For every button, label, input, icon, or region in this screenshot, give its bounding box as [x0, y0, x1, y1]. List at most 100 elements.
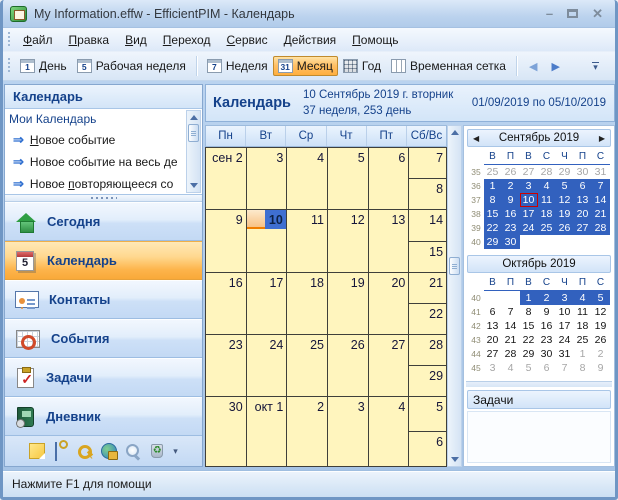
mini-day[interactable]: 24 [520, 221, 538, 235]
mini-day[interactable]: 16 [502, 207, 520, 221]
mini-day[interactable]: 9 [502, 193, 520, 207]
tasks-panel-header[interactable]: Задачи [467, 390, 611, 409]
mini-day[interactable]: 4 [502, 361, 520, 375]
mini-day[interactable]: 11 [574, 305, 592, 319]
mini-day[interactable]: 18 [574, 319, 592, 333]
mini-day[interactable]: 19 [592, 319, 610, 333]
mini-day[interactable]: 12 [592, 305, 610, 319]
mini-day[interactable]: 22 [520, 333, 538, 347]
mini-day[interactable]: 7 [502, 305, 520, 319]
mini-day[interactable]: 30 [502, 235, 520, 249]
notes-icon[interactable] [29, 443, 45, 459]
recycle-bin-icon[interactable]: ♻ [149, 443, 165, 459]
weekend-cell[interactable]: 2122 [409, 273, 447, 335]
saturday-subcell[interactable]: 7 [409, 148, 446, 179]
year-view-button[interactable]: Год [338, 56, 386, 76]
menu-edit[interactable]: Правка [61, 30, 118, 50]
week-view-button[interactable]: 7Неделя [202, 56, 273, 76]
sunday-subcell[interactable]: 29 [409, 366, 446, 396]
mini-day[interactable]: 9 [538, 305, 556, 319]
mini-day[interactable] [484, 291, 502, 305]
mini-day[interactable]: 27 [520, 165, 538, 179]
menu-go[interactable]: Переход [155, 30, 219, 50]
mini-day[interactable]: 5 [556, 179, 574, 193]
next-month-icon[interactable]: ▶ [594, 134, 610, 143]
close-button[interactable]: ✕ [592, 7, 603, 20]
weekend-cell[interactable]: 2829 [409, 335, 447, 397]
day-view-button[interactable]: 1День [15, 56, 72, 76]
new-event-item[interactable]: ⇒Новое событие [7, 129, 184, 151]
mini-day[interactable]: 4 [574, 291, 592, 305]
mini-day[interactable]: 26 [502, 165, 520, 179]
day-cell[interactable]: 3 [328, 397, 369, 467]
mini-day[interactable]: 20 [574, 207, 592, 221]
weekend-cell[interactable]: 1415 [409, 210, 447, 273]
mini-day[interactable]: 13 [484, 319, 502, 333]
mini-day[interactable]: 8 [520, 305, 538, 319]
mini-day[interactable]: 2 [502, 179, 520, 193]
mini-day[interactable] [502, 291, 520, 305]
day-cell[interactable]: 2 [287, 397, 328, 467]
mini-day[interactable]: 17 [556, 319, 574, 333]
sunday-subcell[interactable]: 15 [409, 242, 446, 273]
saturday-subcell[interactable]: 21 [409, 273, 446, 304]
day-cell[interactable]: 5 [328, 148, 369, 210]
mini-day[interactable]: 22 [484, 221, 502, 235]
mini-day[interactable]: 11 [538, 193, 556, 207]
mini-day[interactable]: 2 [538, 291, 556, 305]
mini-day-today[interactable]: 10 [520, 193, 538, 207]
mini-day[interactable]: 7 [556, 361, 574, 375]
mini-day[interactable]: 7 [592, 179, 610, 193]
mini-day[interactable]: 26 [556, 221, 574, 235]
mini-day[interactable]: 4 [538, 179, 556, 193]
sidebar-item-contacts[interactable]: Контакты [5, 280, 202, 319]
mini-day[interactable]: 27 [484, 347, 502, 361]
mini-day[interactable]: 20 [484, 333, 502, 347]
mini-day[interactable]: 5 [520, 361, 538, 375]
saturday-subcell[interactable]: 28 [409, 335, 446, 366]
day-cell[interactable]: 16 [206, 273, 247, 335]
mini-day[interactable]: 1 [574, 347, 592, 361]
mini-day[interactable]: 13 [574, 193, 592, 207]
mini-day[interactable]: 23 [502, 221, 520, 235]
scroll-up-icon[interactable] [187, 111, 200, 124]
mini-day[interactable]: 1 [484, 179, 502, 193]
day-cell[interactable]: 24 [247, 335, 288, 397]
mini-day[interactable]: 19 [556, 207, 574, 221]
saturday-subcell[interactable]: 14 [409, 210, 446, 242]
sidebar-item-journal[interactable]: Дневник [5, 397, 202, 436]
day-cell-selected[interactable]: 10 [247, 210, 288, 273]
mini-day[interactable]: 8 [574, 361, 592, 375]
mini-day[interactable]: 29 [484, 235, 502, 249]
weekend-cell[interactable]: 56 [409, 397, 447, 467]
mini-day[interactable]: 31 [592, 165, 610, 179]
mini-day[interactable]: 21 [592, 207, 610, 221]
mini-day[interactable] [520, 235, 538, 249]
workweek-view-button[interactable]: 5Рабочая неделя [72, 56, 191, 76]
sunday-subcell[interactable]: 8 [409, 179, 446, 209]
maximize-button[interactable] [567, 7, 578, 20]
mini-day[interactable]: 28 [592, 221, 610, 235]
day-cell[interactable]: 3 [247, 148, 288, 210]
day-cell[interactable]: 12 [328, 210, 369, 273]
new-allday-event-item[interactable]: ⇒Новое событие на весь де [7, 151, 184, 173]
menu-actions[interactable]: Действия [276, 30, 345, 50]
mini-day[interactable]: 2 [592, 347, 610, 361]
day-cell[interactable]: 4 [369, 397, 410, 467]
mini-day[interactable] [538, 235, 556, 249]
menu-tools[interactable]: Сервис [218, 30, 275, 50]
clipboard-icon[interactable] [53, 443, 69, 459]
mini-day[interactable]: 17 [520, 207, 538, 221]
mini-day[interactable] [556, 235, 574, 249]
mini-day[interactable]: 3 [484, 361, 502, 375]
day-cell[interactable]: сен 2 [206, 148, 247, 210]
search-icon[interactable] [125, 443, 141, 459]
mini-day[interactable]: 16 [538, 319, 556, 333]
menu-view[interactable]: Вид [117, 30, 155, 50]
mini-day[interactable]: 28 [538, 165, 556, 179]
sunday-subcell[interactable]: 6 [409, 432, 446, 466]
scroll-thumb[interactable] [188, 124, 199, 142]
menu-help[interactable]: Помощь [344, 30, 406, 50]
mini-day[interactable]: 8 [484, 193, 502, 207]
mini-day[interactable]: 27 [574, 221, 592, 235]
